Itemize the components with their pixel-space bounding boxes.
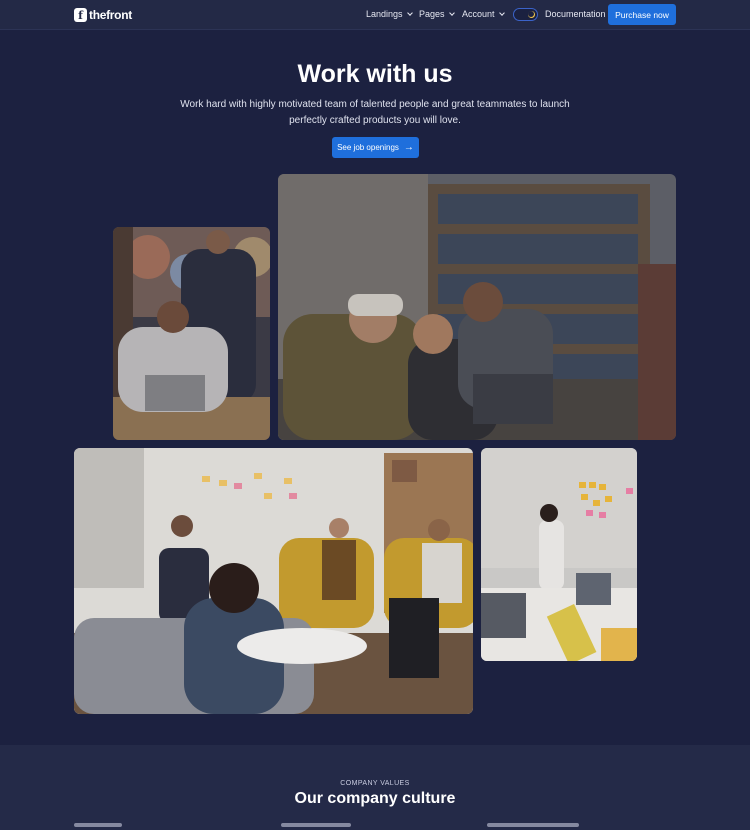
nav-pages-label: Pages — [419, 9, 445, 19]
brand-logo[interactable]: f thefront — [74, 7, 132, 23]
chevron-down-icon — [448, 9, 455, 16]
see-job-openings-button[interactable]: See job openings → — [332, 137, 419, 158]
nav-landings-label: Landings — [366, 9, 403, 19]
theme-toggle[interactable] — [513, 8, 538, 21]
nav-account-label: Account — [462, 9, 495, 19]
see-job-openings-label: See job openings — [337, 143, 399, 152]
team-photo-laptop — [113, 227, 270, 440]
page-title: Work with us — [297, 60, 453, 88]
chevron-down-icon — [406, 9, 413, 16]
nav-documentation[interactable]: Documentation — [545, 9, 606, 19]
purchase-now-button[interactable]: Purchase now — [608, 4, 676, 25]
logo-icon: f — [74, 8, 87, 22]
team-photo-lounge — [74, 448, 473, 714]
company-culture-section: COMPANY VALUES Our company culture — [0, 745, 750, 830]
hero-subtitle: Work hard with highly motivated team of … — [180, 99, 570, 126]
top-navigation-bar: f thefront Landings Pages Account Docume… — [0, 0, 750, 30]
nav-landings[interactable]: Landings — [366, 9, 413, 19]
team-photo-office — [481, 448, 637, 661]
culture-item-heading-partial — [281, 823, 351, 827]
section-title: Our company culture — [294, 790, 456, 807]
section-eyebrow: COMPANY VALUES — [340, 780, 410, 787]
nav-documentation-label: Documentation — [545, 9, 606, 19]
nav-account[interactable]: Account — [462, 9, 505, 19]
chevron-down-icon — [498, 9, 505, 16]
team-photo-bookshelf — [278, 174, 676, 440]
culture-item-heading-partial — [74, 823, 122, 827]
brand-name: thefront — [89, 8, 132, 22]
nav-pages[interactable]: Pages — [419, 9, 455, 19]
arrow-right-icon: → — [403, 141, 414, 153]
culture-item-heading-partial — [487, 823, 579, 827]
theme-toggle-icon — [528, 10, 535, 18]
